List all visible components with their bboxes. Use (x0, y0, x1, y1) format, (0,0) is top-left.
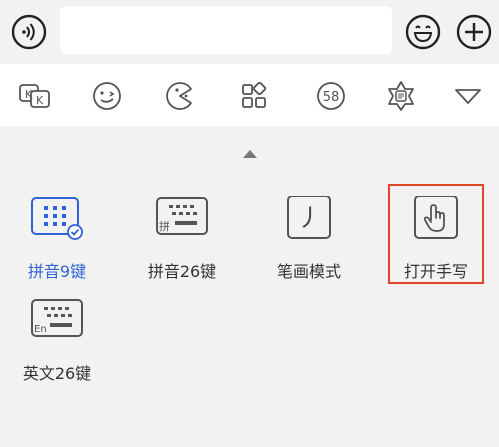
skin-button[interactable] (383, 78, 419, 114)
candidate-input-box[interactable] (60, 6, 392, 54)
keyboard-switch-icon: K K (19, 84, 50, 108)
star-badge-icon (388, 81, 414, 111)
toolbox-button[interactable] (236, 78, 272, 114)
game-keyboard-button[interactable] (162, 78, 198, 114)
stroke-mode-icon: 丿 (282, 195, 336, 244)
emoji-button[interactable] (404, 13, 442, 51)
triangle-down-icon (455, 89, 481, 104)
pinyin-mark-glyph: 拼 (159, 219, 170, 233)
voice-input-button[interactable] (10, 13, 48, 51)
selection-highlight-box (388, 184, 484, 284)
toolbar: K K 58 (0, 64, 499, 126)
keypad-9-icon (30, 196, 84, 244)
keyboard-option-label: 英文26键 (22, 364, 92, 383)
kk-glyph-2: K (36, 94, 44, 107)
badge-58-text: 58 (323, 90, 340, 105)
keyboard-option-label: 笔画模式 (276, 262, 341, 281)
english-mark-glyph: En (34, 324, 47, 335)
keyboard-option-label: 拼音26键 (147, 262, 217, 281)
keyboard-option-pinyin9[interactable]: 拼音9键 (2, 196, 112, 306)
keyboard-option-english26[interactable]: En 英文26键 (2, 298, 112, 408)
keyboard-option-label: 拼音9键 (27, 262, 87, 281)
voice-icon (11, 14, 47, 50)
emoticon-button[interactable] (89, 78, 125, 114)
qwerty-pinyin-icon: 拼 (155, 196, 209, 244)
plus-icon (456, 14, 492, 50)
switch-keyboard-button[interactable]: K K (17, 78, 53, 114)
wink-face-icon (93, 82, 121, 110)
collapse-keyboard-button[interactable] (450, 78, 486, 114)
top-bar (0, 0, 499, 64)
grid-apps-icon (242, 81, 267, 108)
keyboard-option-pinyin26[interactable]: 拼 拼音26键 (127, 196, 237, 306)
kk-glyph-1: K (25, 88, 33, 101)
add-button[interactable] (455, 13, 493, 51)
smiley-icon (405, 14, 441, 50)
stroke-glyph: 丿 (297, 204, 321, 232)
58-service-button[interactable]: 58 (313, 78, 349, 114)
collapse-arrow-icon[interactable] (242, 148, 258, 160)
qwerty-english-icon: En (30, 298, 84, 346)
pacman-icon (166, 82, 192, 110)
badge-58-icon: 58 (317, 82, 345, 110)
keyboard-option-stroke[interactable]: 丿 笔画模式 (254, 195, 364, 306)
